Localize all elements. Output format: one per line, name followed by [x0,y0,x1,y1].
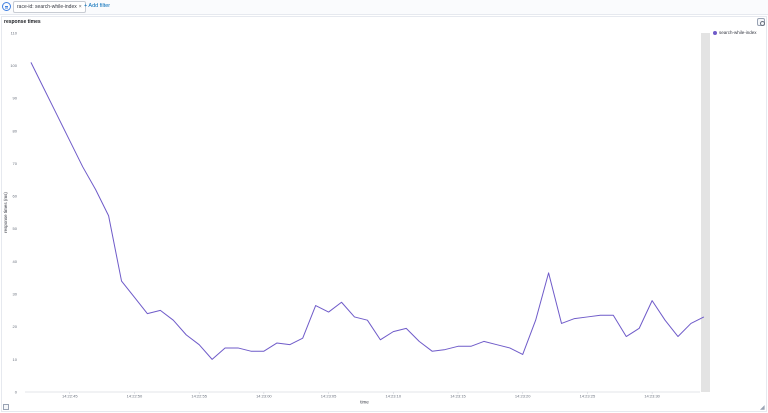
x-axis-title: time [360,400,369,405]
y-tick-label: 90 [13,96,18,101]
y-axis-ticks: 0 10 20 30 40 50 60 70 80 90 100 110 [10,30,17,394]
y-tick-label: 100 [10,63,17,68]
x-tick-label: 14:22:45 [62,394,78,399]
y-tick-label: 40 [13,259,18,264]
y-tick-label: 60 [13,194,18,199]
y-tick-label: 50 [13,226,18,231]
x-tick-label: 14:23:05 [321,394,337,399]
x-tick-label: 14:23:15 [450,394,466,399]
y-tick-label: 10 [13,357,18,362]
y-axis-title: response times (ms) [3,192,8,233]
x-tick-label: 14:23:10 [386,394,402,399]
x-tick-label: 14:23:20 [515,394,531,399]
series-line-search-while-index [30,62,705,360]
x-tick-label: 14:23:00 [256,394,272,399]
resize-handle-icon[interactable]: ◢ [760,405,765,411]
y-tick-label: 110 [11,30,18,35]
line-chart: 0102030405060708090100110 14:22:45 14:22:… [3,30,705,405]
data-table-toggle-icon[interactable] [3,404,9,410]
x-tick-label: 14:22:50 [127,394,143,399]
x-tick-label: 14:23:25 [580,394,596,399]
x-tick-label: 14:23:30 [644,394,660,399]
y-tick-label: 0 [15,389,18,394]
y-tick-label: 20 [13,324,18,329]
y-tick-label: 80 [13,128,18,133]
x-tick-label: 14:22:55 [191,394,207,399]
y-tick-label: 70 [13,161,18,166]
y-tick-label: 30 [13,291,18,296]
x-axis-ticks: 14:22:45 14:22:50 14:22:55 14:23:00 14:23:05… [62,392,661,399]
